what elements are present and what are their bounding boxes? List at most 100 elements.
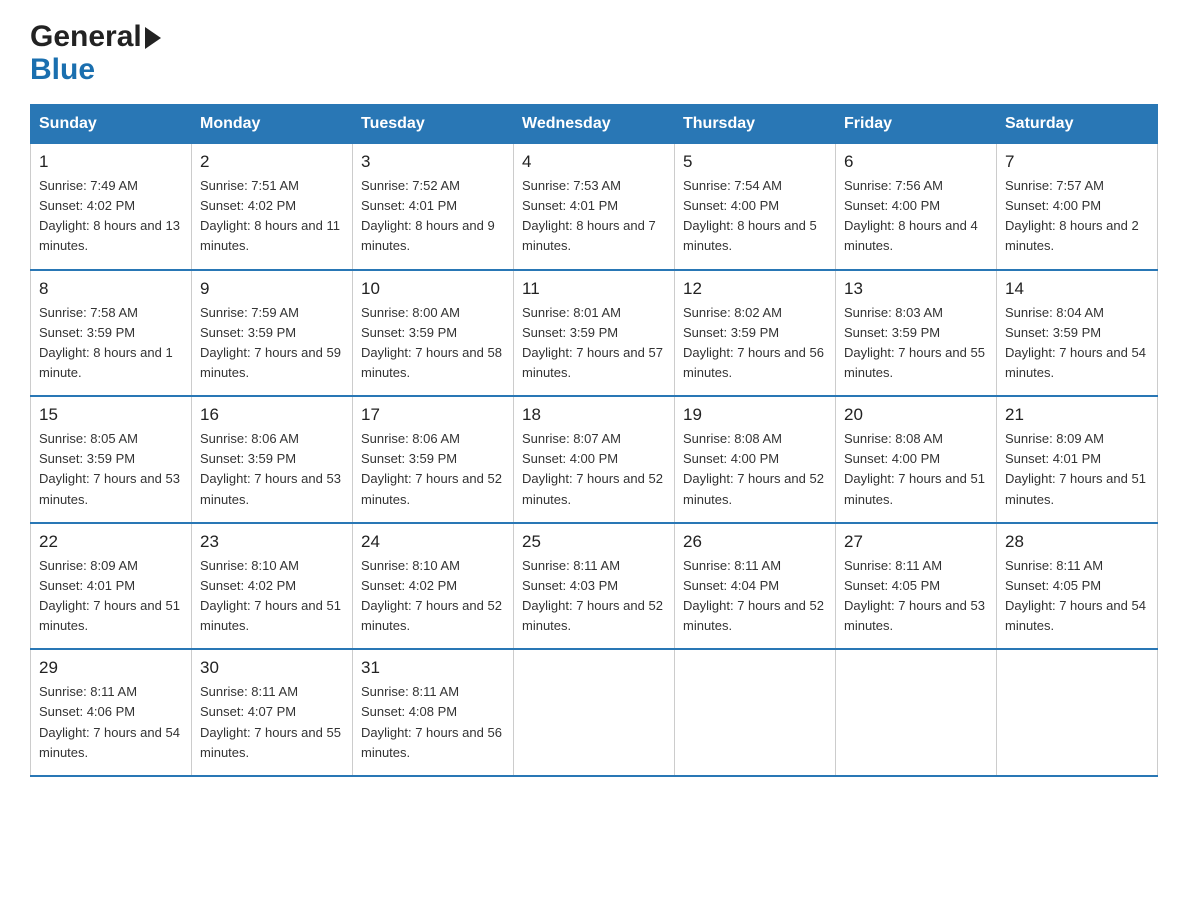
logo-blue-text: Blue (30, 53, 95, 86)
day-number: 3 (361, 152, 505, 172)
calendar-cell: 16 Sunrise: 8:06 AMSunset: 3:59 PMDayligh… (192, 396, 353, 523)
calendar-cell: 13 Sunrise: 8:03 AMSunset: 3:59 PMDayligh… (836, 270, 997, 397)
day-info: Sunrise: 8:00 AMSunset: 3:59 PMDaylight:… (361, 303, 505, 384)
calendar-cell: 11 Sunrise: 8:01 AMSunset: 3:59 PMDayligh… (514, 270, 675, 397)
calendar-cell: 7 Sunrise: 7:57 AMSunset: 4:00 PMDaylight… (997, 144, 1158, 270)
day-number: 11 (522, 279, 666, 299)
day-info: Sunrise: 8:11 AMSunset: 4:04 PMDaylight:… (683, 556, 827, 637)
weekday-header-tuesday: Tuesday (353, 105, 514, 144)
logo-general-text: General (30, 20, 161, 53)
day-info: Sunrise: 8:09 AMSunset: 4:01 PMDaylight:… (39, 556, 183, 637)
day-info: Sunrise: 8:08 AMSunset: 4:00 PMDaylight:… (844, 429, 988, 510)
calendar-cell: 5Sunrise: 7:54 AMSunset: 4:00 PMDaylight… (675, 144, 836, 270)
day-info: Sunrise: 8:11 AMSunset: 4:06 PMDaylight:… (39, 682, 183, 763)
calendar-cell: 20 Sunrise: 8:08 AMSunset: 4:00 PMDayligh… (836, 396, 997, 523)
day-number: 15 (39, 405, 183, 425)
calendar-cell: 1 Sunrise: 7:49 AMSunset: 4:02 PMDaylight… (31, 144, 192, 270)
day-number: 22 (39, 532, 183, 552)
day-number: 21 (1005, 405, 1149, 425)
day-number: 10 (361, 279, 505, 299)
day-number: 14 (1005, 279, 1149, 299)
day-number: 2 (200, 152, 344, 172)
day-info: Sunrise: 8:02 AMSunset: 3:59 PMDaylight:… (683, 303, 827, 384)
calendar-week-4: 22 Sunrise: 8:09 AMSunset: 4:01 PMDayligh… (31, 523, 1158, 650)
weekday-header-monday: Monday (192, 105, 353, 144)
weekday-header-friday: Friday (836, 105, 997, 144)
day-number: 1 (39, 152, 183, 172)
calendar-week-1: 1 Sunrise: 7:49 AMSunset: 4:02 PMDaylight… (31, 144, 1158, 270)
day-info: Sunrise: 8:11 AMSunset: 4:05 PMDaylight:… (844, 556, 988, 637)
weekday-header-saturday: Saturday (997, 105, 1158, 144)
day-number: 20 (844, 405, 988, 425)
day-number: 13 (844, 279, 988, 299)
calendar-cell: 10 Sunrise: 8:00 AMSunset: 3:59 PMDayligh… (353, 270, 514, 397)
day-info: Sunrise: 8:07 AMSunset: 4:00 PMDaylight:… (522, 429, 666, 510)
calendar-cell: 12Sunrise: 8:02 AMSunset: 3:59 PMDayligh… (675, 270, 836, 397)
calendar-cell: 29Sunrise: 8:11 AMSunset: 4:06 PMDayligh… (31, 649, 192, 776)
calendar-cell (997, 649, 1158, 776)
day-info: Sunrise: 8:01 AMSunset: 3:59 PMDaylight:… (522, 303, 666, 384)
calendar-cell: 30 Sunrise: 8:11 AMSunset: 4:07 PMDayligh… (192, 649, 353, 776)
day-info: Sunrise: 8:03 AMSunset: 3:59 PMDaylight:… (844, 303, 988, 384)
day-number: 18 (522, 405, 666, 425)
day-info: Sunrise: 8:04 AMSunset: 3:59 PMDaylight:… (1005, 303, 1149, 384)
calendar-cell: 23 Sunrise: 8:10 AMSunset: 4:02 PMDayligh… (192, 523, 353, 650)
calendar-cell (675, 649, 836, 776)
day-number: 31 (361, 658, 505, 678)
day-number: 8 (39, 279, 183, 299)
calendar-week-5: 29Sunrise: 8:11 AMSunset: 4:06 PMDayligh… (31, 649, 1158, 776)
day-number: 25 (522, 532, 666, 552)
day-number: 30 (200, 658, 344, 678)
day-info: Sunrise: 7:58 AMSunset: 3:59 PMDaylight:… (39, 303, 183, 384)
calendar-cell: 25 Sunrise: 8:11 AMSunset: 4:03 PMDayligh… (514, 523, 675, 650)
calendar-cell: 4Sunrise: 7:53 AMSunset: 4:01 PMDaylight… (514, 144, 675, 270)
day-number: 27 (844, 532, 988, 552)
calendar-cell: 26 Sunrise: 8:11 AMSunset: 4:04 PMDayligh… (675, 523, 836, 650)
day-info: Sunrise: 8:11 AMSunset: 4:07 PMDaylight:… (200, 682, 344, 763)
day-info: Sunrise: 8:05 AMSunset: 3:59 PMDaylight:… (39, 429, 183, 510)
day-number: 23 (200, 532, 344, 552)
day-info: Sunrise: 7:49 AMSunset: 4:02 PMDaylight:… (39, 176, 183, 257)
weekday-header-row: SundayMondayTuesdayWednesdayThursdayFrid… (31, 105, 1158, 144)
calendar-week-2: 8 Sunrise: 7:58 AMSunset: 3:59 PMDaylight… (31, 270, 1158, 397)
calendar-cell (514, 649, 675, 776)
day-info: Sunrise: 7:57 AMSunset: 4:00 PMDaylight:… (1005, 176, 1149, 257)
day-number: 7 (1005, 152, 1149, 172)
calendar-cell (836, 649, 997, 776)
calendar-cell: 24 Sunrise: 8:10 AMSunset: 4:02 PMDayligh… (353, 523, 514, 650)
day-info: Sunrise: 8:10 AMSunset: 4:02 PMDaylight:… (361, 556, 505, 637)
calendar-cell: 28Sunrise: 8:11 AMSunset: 4:05 PMDayligh… (997, 523, 1158, 650)
day-info: Sunrise: 7:52 AMSunset: 4:01 PMDaylight:… (361, 176, 505, 257)
calendar-cell: 17Sunrise: 8:06 AMSunset: 3:59 PMDayligh… (353, 396, 514, 523)
day-number: 6 (844, 152, 988, 172)
day-info: Sunrise: 8:10 AMSunset: 4:02 PMDaylight:… (200, 556, 344, 637)
calendar-cell: 31 Sunrise: 8:11 AMSunset: 4:08 PMDayligh… (353, 649, 514, 776)
day-number: 19 (683, 405, 827, 425)
calendar-cell: 9 Sunrise: 7:59 AMSunset: 3:59 PMDaylight… (192, 270, 353, 397)
day-info: Sunrise: 7:51 AMSunset: 4:02 PMDaylight:… (200, 176, 344, 257)
day-number: 5 (683, 152, 827, 172)
weekday-header-thursday: Thursday (675, 105, 836, 144)
day-info: Sunrise: 7:56 AMSunset: 4:00 PMDaylight:… (844, 176, 988, 257)
day-number: 9 (200, 279, 344, 299)
day-info: Sunrise: 8:08 AMSunset: 4:00 PMDaylight:… (683, 429, 827, 510)
day-number: 26 (683, 532, 827, 552)
calendar-cell: 27 Sunrise: 8:11 AMSunset: 4:05 PMDayligh… (836, 523, 997, 650)
calendar-cell: 19 Sunrise: 8:08 AMSunset: 4:00 PMDayligh… (675, 396, 836, 523)
day-number: 16 (200, 405, 344, 425)
calendar-cell: 3 Sunrise: 7:52 AMSunset: 4:01 PMDaylight… (353, 144, 514, 270)
day-info: Sunrise: 8:11 AMSunset: 4:03 PMDaylight:… (522, 556, 666, 637)
day-number: 4 (522, 152, 666, 172)
calendar-cell: 2 Sunrise: 7:51 AMSunset: 4:02 PMDaylight… (192, 144, 353, 270)
day-info: Sunrise: 8:06 AMSunset: 3:59 PMDaylight:… (361, 429, 505, 510)
logo: General Blue (30, 20, 161, 86)
day-info: Sunrise: 8:06 AMSunset: 3:59 PMDaylight:… (200, 429, 344, 510)
calendar-cell: 14 Sunrise: 8:04 AMSunset: 3:59 PMDayligh… (997, 270, 1158, 397)
calendar-cell: 15 Sunrise: 8:05 AMSunset: 3:59 PMDayligh… (31, 396, 192, 523)
day-info: Sunrise: 7:59 AMSunset: 3:59 PMDaylight:… (200, 303, 344, 384)
calendar-week-3: 15 Sunrise: 8:05 AMSunset: 3:59 PMDayligh… (31, 396, 1158, 523)
weekday-header-sunday: Sunday (31, 105, 192, 144)
day-number: 28 (1005, 532, 1149, 552)
day-number: 24 (361, 532, 505, 552)
day-info: Sunrise: 8:11 AMSunset: 4:08 PMDaylight:… (361, 682, 505, 763)
